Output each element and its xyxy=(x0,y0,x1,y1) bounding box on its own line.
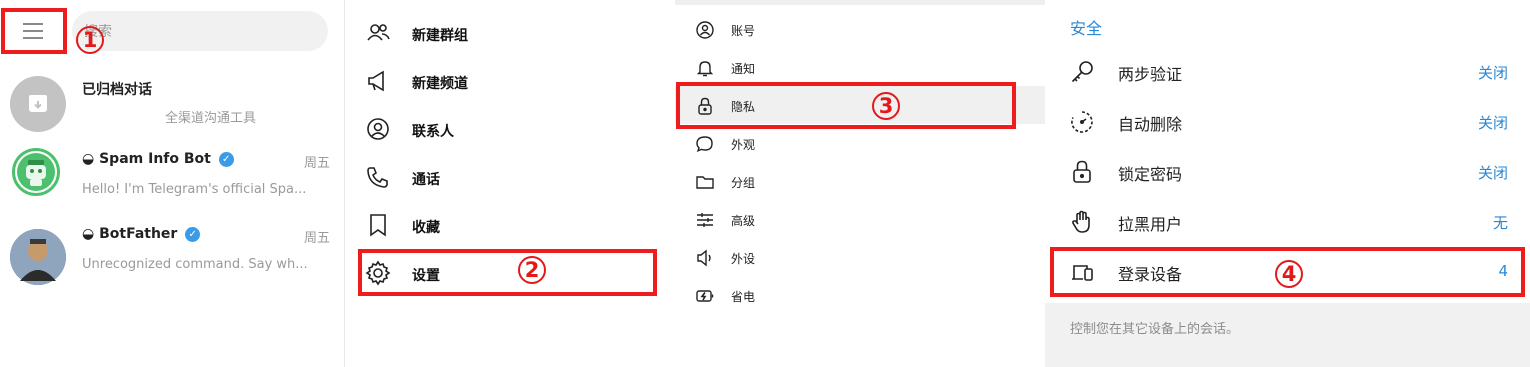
menu-item-new-group[interactable]: 新建群组 xyxy=(345,8,665,56)
menu-item-contacts[interactable]: 联系人 xyxy=(345,104,665,152)
callout-number-4: 4 xyxy=(1275,260,1303,288)
settings-item-label: 外观 xyxy=(731,138,756,152)
group-icon xyxy=(367,24,390,41)
settings-item-power-saving[interactable]: 省电 xyxy=(675,276,1045,314)
phone-icon xyxy=(367,167,388,188)
menu-item-label: 通话 xyxy=(412,172,440,188)
chat-preview: 全渠道沟通工具 xyxy=(165,111,257,126)
chat-title: BotFather xyxy=(99,226,178,242)
callout-number-2: 2 xyxy=(518,256,546,284)
security-item-value: 关闭 xyxy=(1477,64,1508,82)
callout-number-1: 1 xyxy=(76,26,104,54)
chat-title-row: ◒ BotFather ✓ xyxy=(82,226,201,242)
security-item-label: 锁定密码 xyxy=(1118,165,1183,184)
botfather-avatar xyxy=(10,229,66,285)
settings-item-notifications[interactable]: 通知 xyxy=(675,48,1045,86)
chat-item-archived[interactable]: 已归档对话 全渠道沟通工具 xyxy=(0,67,344,142)
archive-icon xyxy=(29,95,47,112)
key-icon xyxy=(1071,61,1093,83)
archive-avatar xyxy=(10,76,66,132)
security-item-label: 自动删除 xyxy=(1118,115,1183,134)
speaker-icon xyxy=(697,249,711,267)
chat-time: 周五 xyxy=(303,156,330,171)
robot-icon xyxy=(17,153,55,191)
chat-list-panel: 搜索 已归档对话 全渠道沟通工具 ◒ Spam Info Bot ✓ 周五 He… xyxy=(0,0,345,367)
verified-icon: ✓ xyxy=(218,152,234,167)
callout-box-3 xyxy=(676,82,1016,129)
hand-icon xyxy=(1072,210,1090,233)
bot-icon: ◒ xyxy=(82,226,95,242)
verified-icon: ✓ xyxy=(185,227,201,242)
menu-item-label: 新建频道 xyxy=(412,76,468,92)
callout-box-1 xyxy=(1,8,67,54)
security-item-auto-delete[interactable]: 自动删除 关闭 xyxy=(1045,97,1530,147)
menu-item-calls[interactable]: 通话 xyxy=(345,152,665,200)
security-item-blocked-users[interactable]: 拉黑用户 无 xyxy=(1045,197,1530,247)
security-item-label: 两步验证 xyxy=(1118,65,1183,84)
lock-icon xyxy=(1073,160,1091,183)
security-item-value: 无 xyxy=(1492,214,1508,232)
settings-item-label: 分组 xyxy=(731,176,756,190)
chat-title: 已归档对话 xyxy=(82,82,152,98)
folder-icon xyxy=(696,176,714,189)
contact-icon xyxy=(367,118,389,140)
settings-item-account[interactable]: 账号 xyxy=(675,10,1045,48)
settings-item-label: 通知 xyxy=(731,62,756,76)
chat-title-row: ◒ Spam Info Bot ✓ xyxy=(82,151,234,167)
battery-icon xyxy=(696,290,714,302)
menu-item-new-channel[interactable]: 新建频道 xyxy=(345,56,665,104)
security-item-two-step[interactable]: 两步验证 关闭 xyxy=(1045,47,1530,97)
chat-item-botfather[interactable]: ◒ BotFather ✓ 周五 Unrecognized command. S… xyxy=(0,217,344,292)
settings-item-appearance[interactable]: 外观 xyxy=(675,124,1045,162)
menu-item-label: 联系人 xyxy=(412,124,454,140)
chat-item-spam-info-bot[interactable]: ◒ Spam Info Bot ✓ 周五 Hello! I'm Telegram… xyxy=(0,142,344,217)
chat-title: Spam Info Bot xyxy=(99,151,211,167)
callout-number-3: 3 xyxy=(872,92,900,120)
settings-item-label: 外设 xyxy=(731,252,756,266)
account-icon xyxy=(696,21,714,39)
bell-icon xyxy=(696,61,714,77)
bot-icon: ◒ xyxy=(82,151,95,167)
section-heading: 安全 xyxy=(1070,19,1103,38)
chat-preview: Hello! I'm Telegram's official Spa... xyxy=(82,182,307,197)
security-item-value: 关闭 xyxy=(1477,164,1508,182)
person-icon xyxy=(10,229,66,285)
sliders-icon xyxy=(697,213,713,227)
security-item-passcode[interactable]: 锁定密码 关闭 xyxy=(1045,147,1530,197)
main-menu-panel: 新建群组 新建频道 联系人 通话 收藏 设置 xyxy=(345,0,665,367)
settings-item-label: 账号 xyxy=(731,24,756,38)
callout-box-2 xyxy=(358,249,657,296)
security-item-label: 拉黑用户 xyxy=(1118,215,1183,234)
timer-icon xyxy=(1071,111,1093,133)
settings-item-peripherals[interactable]: 外设 xyxy=(675,238,1045,276)
settings-item-label: 高级 xyxy=(731,214,756,228)
settings-panel: 账号 通知 隐私 外观 分组 高级 外设 省电 xyxy=(675,0,1045,367)
top-divider xyxy=(675,0,1045,5)
chat-time: 周五 xyxy=(303,231,330,246)
bot-avatar xyxy=(12,148,60,196)
section-footer: 控制您在其它设备上的会话。 xyxy=(1045,303,1530,367)
settings-item-label: 省电 xyxy=(731,290,756,304)
chat-preview: Unrecognized command. Say wh... xyxy=(82,257,308,272)
megaphone-icon xyxy=(368,70,384,92)
footer-note: 控制您在其它设备上的会话。 xyxy=(1070,322,1240,337)
security-panel: 安全 两步验证 关闭 自动删除 关闭 锁定密码 关闭 拉黑用户 无 登录设备 4 xyxy=(1045,0,1530,367)
settings-item-advanced[interactable]: 高级 xyxy=(675,200,1045,238)
menu-item-label: 新建群组 xyxy=(412,28,468,44)
settings-item-folders[interactable]: 分组 xyxy=(675,162,1045,200)
security-item-value: 关闭 xyxy=(1477,114,1508,132)
menu-item-label: 收藏 xyxy=(412,220,440,236)
menu-item-saved[interactable]: 收藏 xyxy=(345,200,665,248)
chat-bubble-icon xyxy=(696,136,713,153)
bookmark-icon xyxy=(370,214,386,237)
